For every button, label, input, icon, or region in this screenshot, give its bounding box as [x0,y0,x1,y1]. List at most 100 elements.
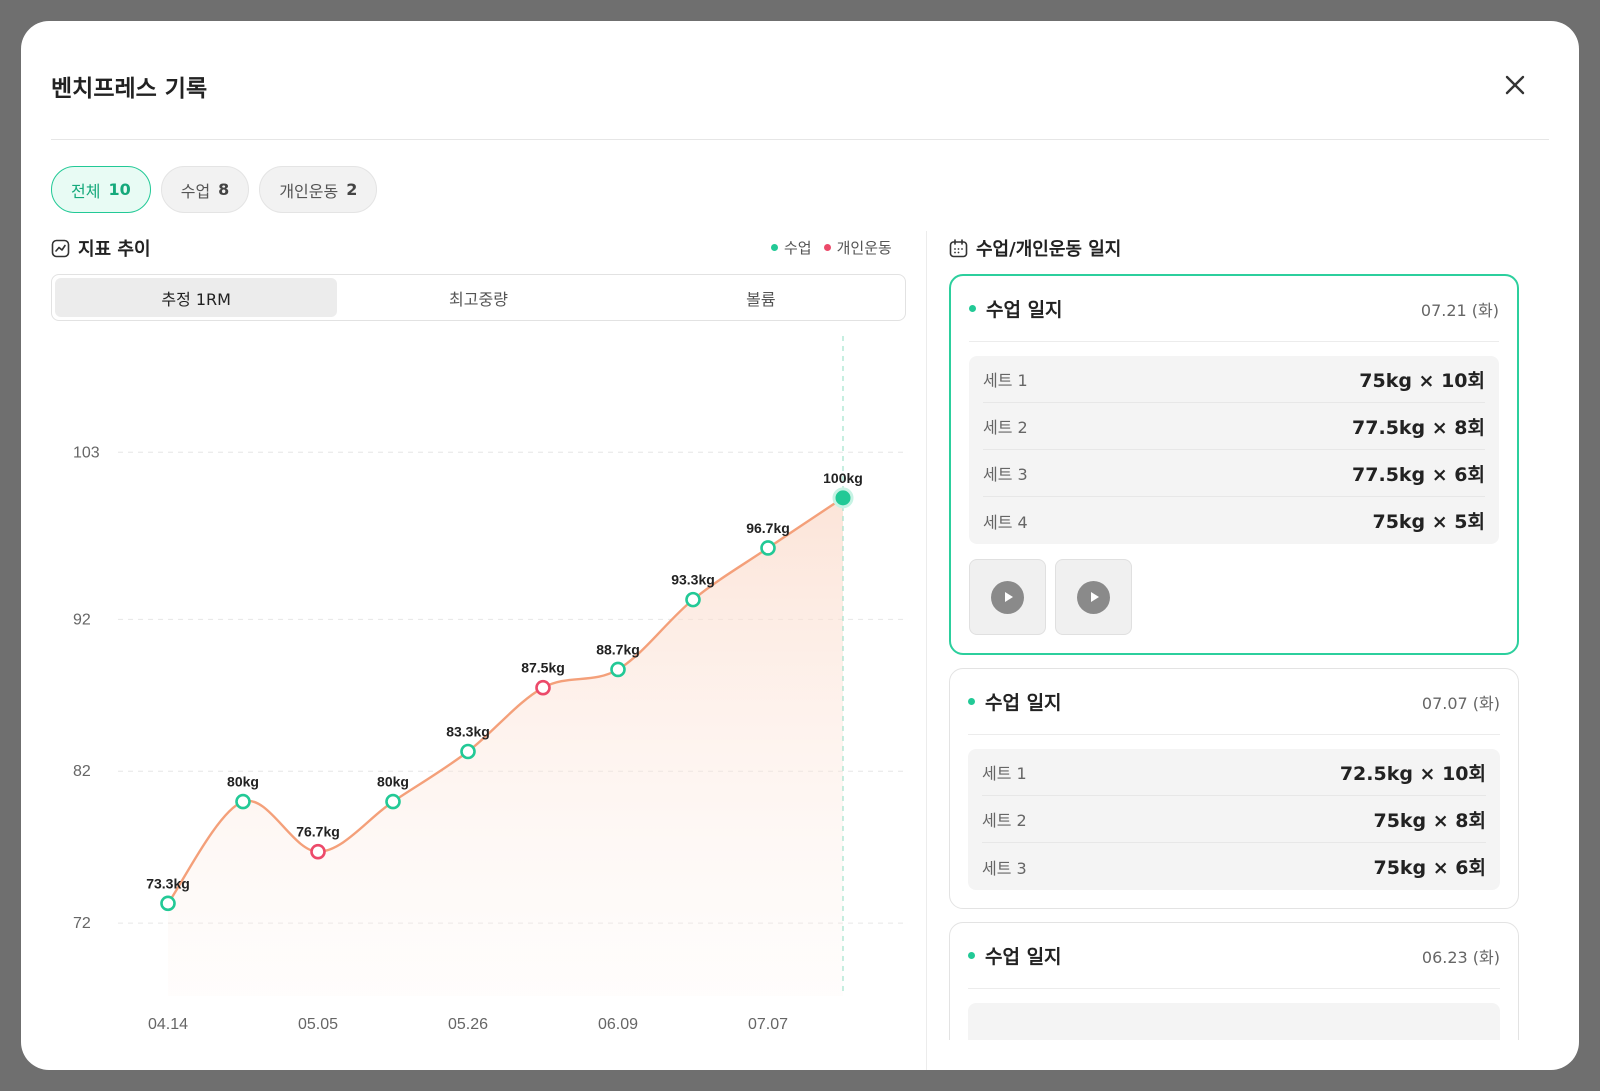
journal-list: 수업 일지 07.21 (화) 세트 1 75kg × 10회 세트 2 77.… [949,274,1519,1040]
chart-legend: 수업 개인운동 [771,237,892,258]
journal-title: 수업/개인운동 일지 [976,239,1122,260]
data-point-selected [832,487,854,509]
legend-dot [771,244,778,251]
data-point [535,679,551,696]
set-row: 세트 1 72.5kg × 10회 [982,749,1486,796]
close-icon [1505,75,1525,95]
set-row: 세트 3 77.5kg × 6회 [983,450,1485,497]
filter-chip-class[interactable]: 수업 8 [160,166,250,213]
chip-label: 수업 [180,181,211,201]
set-value: 77.5kg × 6회 [1352,463,1485,486]
filter-chips: 전체 10 수업 8 개인운동 2 [51,166,378,213]
data-label: 80kg [377,774,409,790]
x-tick-label: 05.26 [448,1016,488,1031]
x-tick-label: 04.14 [148,1016,188,1031]
card-header: 수업 일지 07.07 (화) [968,669,1500,735]
video-thumbnail[interactable] [1055,559,1132,635]
chip-label: 개인운동 [279,181,339,201]
data-label: 93.3kg [671,572,715,588]
data-point [460,743,476,760]
data-point [385,793,401,810]
set-name: 세트 2 [982,811,1027,830]
set-list: 세트 1 75kg × 10회 세트 2 77.5kg × 8회 세트 3 77… [969,356,1499,544]
filter-chip-personal[interactable]: 개인운동 2 [259,166,378,213]
data-label: 100kg [823,470,863,486]
card-date: 07.07 (화) [1421,693,1500,713]
set-value: 75kg × 5회 [1372,511,1485,533]
data-point [160,895,176,912]
play-icon [991,580,1024,614]
card-title-text: 수업 일지 [986,299,1063,321]
set-name: 세트 2 [983,418,1028,437]
card-title-text: 수업 일지 [985,946,1062,968]
legend-label: 수업 [784,239,812,257]
data-label: 88.7kg [596,641,640,657]
trend-section-title: 지표 추이 [51,235,151,261]
set-row: 세트 4 75kg × 5회 [983,497,1485,544]
journal-section-title: 수업/개인운동 일지 [949,235,1121,261]
data-label: 83.3kg [446,723,490,739]
set-row: 세트 1 75kg × 10회 [983,356,1485,403]
journal-card[interactable]: 수업 일지 06.23 (화) [949,922,1519,1040]
chip-count: 8 [218,180,230,199]
set-row: 세트 3 75kg × 6회 [982,843,1486,890]
tab-max-weight[interactable]: 최고중량 [337,278,619,317]
x-tick-label: 07.07 [748,1016,788,1031]
area-fill [168,497,843,996]
set-name: 세트 3 [983,465,1028,484]
card-header: 수업 일지 06.23 (화) [968,923,1500,989]
tab-estimated-1rm[interactable]: 추정 1RM [55,278,338,317]
set-value: 72.5kg × 10회 [1339,762,1486,785]
data-label: 80kg [227,774,259,790]
data-point [760,540,776,556]
y-tick-label: 92 [73,611,91,628]
legend-dot [823,244,831,251]
card-title: 수업 일지 [968,942,1062,969]
chip-count: 2 [346,180,358,199]
card-title: 수업 일지 [968,688,1062,715]
modal-header: 벤치프레스 기록 [51,21,1549,140]
legend-label: 개인운동 [836,239,892,257]
set-row: 세트 2 75kg × 8회 [982,796,1486,843]
class-dot [969,305,976,312]
column-divider [926,231,927,1070]
set-value: 75kg × 8회 [1373,809,1486,832]
class-dot [968,698,975,705]
card-title: 수업 일지 [969,295,1063,322]
set-list [968,1003,1500,1040]
data-label: 73.3kg [146,875,190,891]
chip-count: 10 [108,180,131,199]
close-button[interactable] [1501,71,1529,99]
legend-item-class: 수업 [771,237,812,258]
set-value: 77.5kg × 8회 [1352,416,1485,439]
chip-label: 전체 [71,181,101,201]
metric-tabs: 추정 1RM 최고중량 볼륨 [51,274,906,321]
journal-card[interactable]: 수업 일지 07.07 (화) 세트 1 72.5kg × 10회 세트 2 7… [949,668,1519,909]
data-label: 87.5kg [521,660,565,676]
card-header: 수업 일지 07.21 (화) [969,276,1499,342]
calendar-icon [949,238,968,257]
record-modal: 벤치프레스 기록 전체 10 수업 8 개인운동 2 지표 추이 수업 개인운동… [21,21,1579,1070]
set-row: 세트 2 77.5kg × 8회 [983,403,1485,450]
filter-chip-all[interactable]: 전체 10 [51,166,151,213]
card-title-text: 수업 일지 [985,692,1062,714]
data-label: 96.7kg [746,520,790,536]
data-point [685,591,701,608]
trend-chart-icon [51,239,70,257]
play-icon [1077,580,1110,614]
set-name: 세트 1 [982,764,1027,783]
journal-card[interactable]: 수업 일지 07.21 (화) 세트 1 75kg × 10회 세트 2 77.… [949,274,1519,655]
set-value: 75kg × 10회 [1359,369,1485,392]
y-tick-label: 103 [73,444,100,461]
video-list [969,559,1499,635]
x-tick-label: 05.05 [298,1016,338,1031]
card-date: 06.23 (화) [1421,947,1500,967]
set-name: 세트 1 [983,371,1028,390]
trend-title: 지표 추이 [78,239,151,260]
data-point [610,661,626,678]
set-value: 75kg × 6회 [1373,857,1486,879]
data-point [235,793,251,810]
data-point [310,843,326,860]
video-thumbnail[interactable] [969,559,1046,635]
tab-volume[interactable]: 볼륨 [620,278,902,317]
